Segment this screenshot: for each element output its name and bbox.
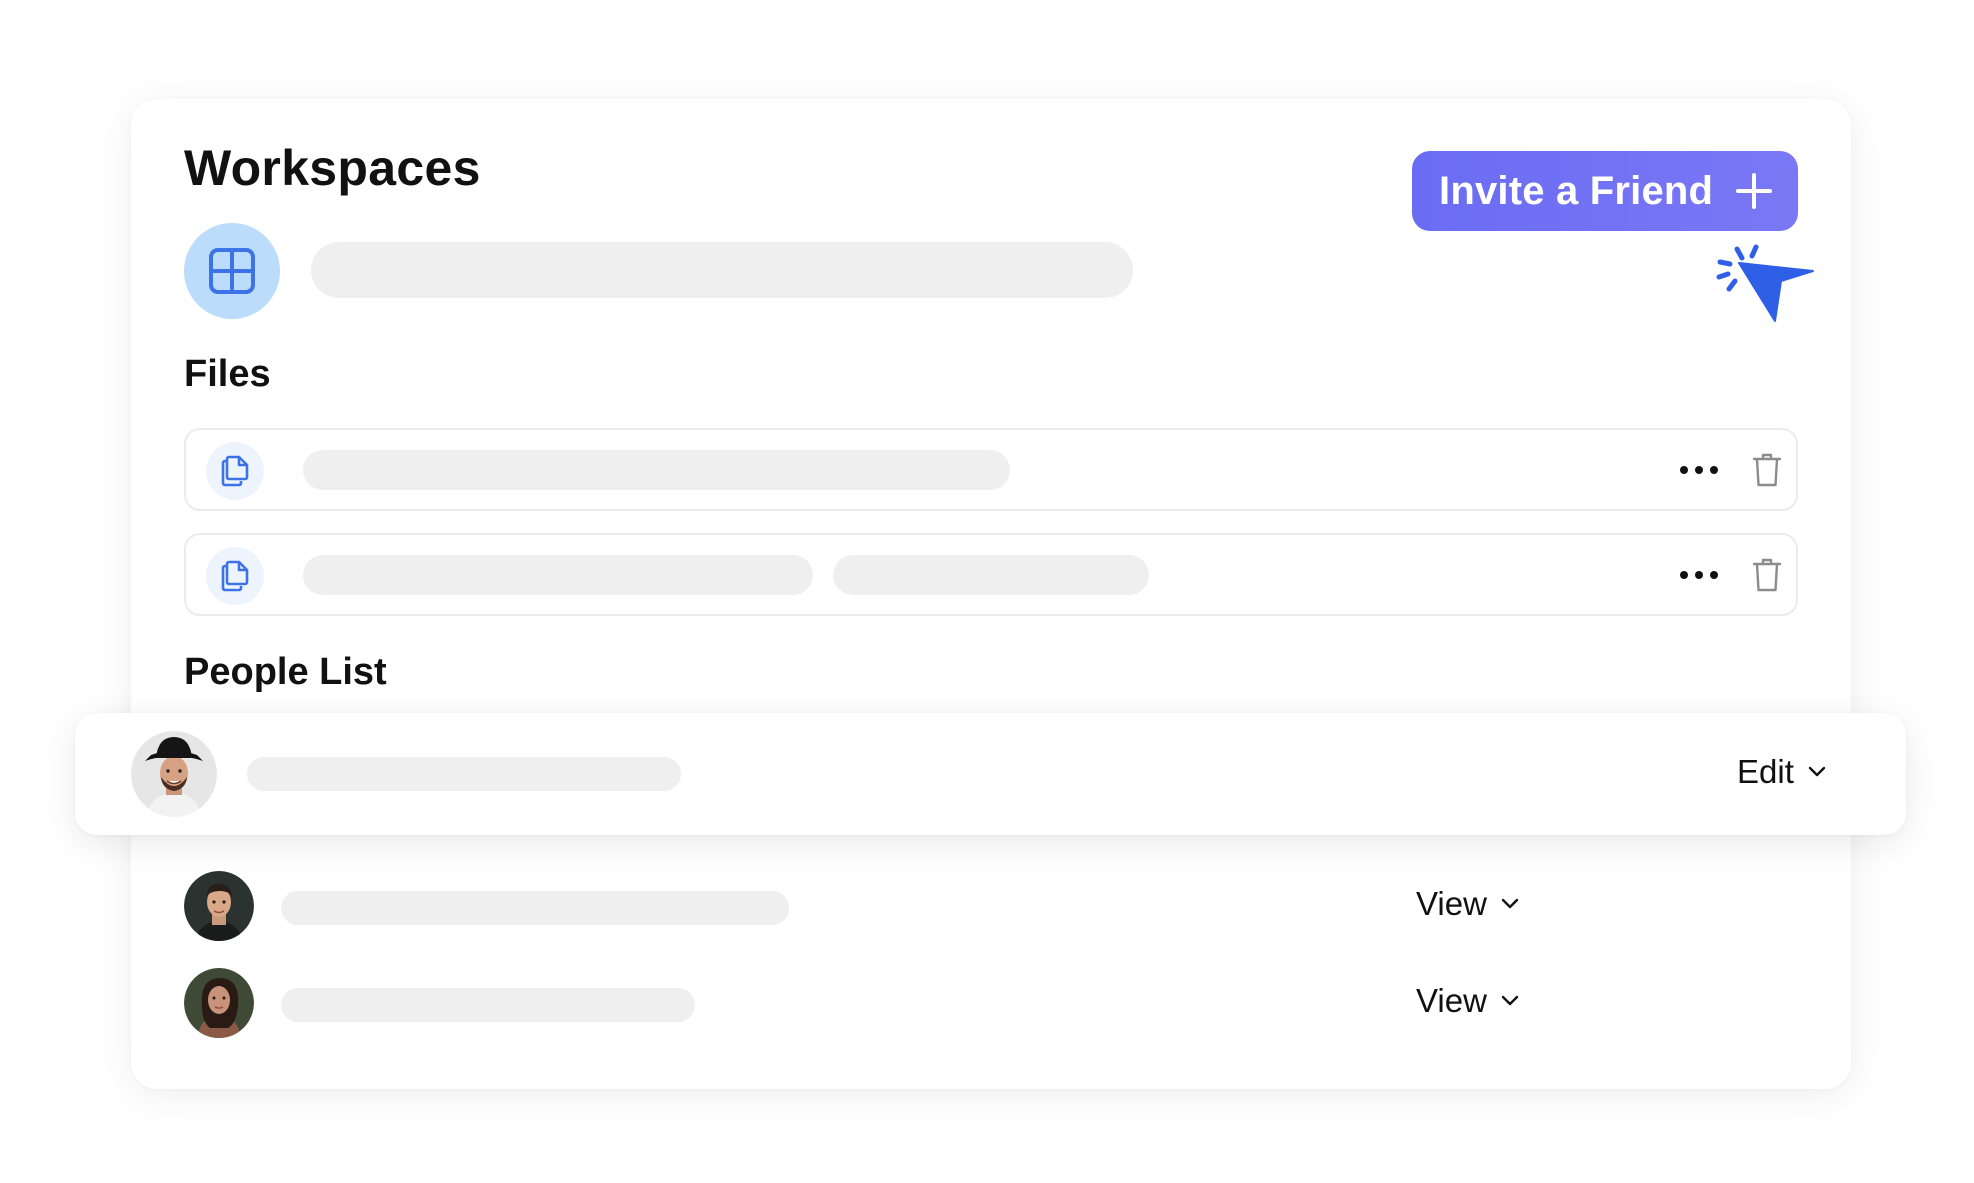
permission-label: View (1416, 982, 1487, 1019)
chevron-down-icon (1501, 995, 1519, 1006)
copy-file-icon (221, 455, 249, 487)
delete-file-button[interactable] (1745, 550, 1789, 600)
file-meta-placeholder (833, 555, 1149, 595)
files-heading: Files (184, 353, 271, 395)
permission-dropdown[interactable]: View (1416, 885, 1519, 923)
copy-file-icon (221, 560, 249, 592)
chevron-down-icon (1808, 766, 1826, 777)
person-name-placeholder (247, 757, 681, 791)
more-options-button[interactable] (1674, 555, 1724, 595)
workspace-icon-badge[interactable] (184, 223, 280, 319)
person-name-placeholder (281, 891, 789, 925)
more-horizontal-icon (1680, 571, 1718, 579)
file-icon-badge (206, 547, 264, 605)
invite-friend-button[interactable]: Invite a Friend (1412, 151, 1798, 231)
file-icon-badge (206, 442, 264, 500)
person-name-placeholder (281, 988, 695, 1022)
avatar (184, 968, 254, 1038)
file-name-placeholder (303, 450, 1010, 490)
permission-dropdown[interactable]: Edit (1737, 753, 1826, 791)
avatar (131, 731, 217, 817)
workspace-name-placeholder (311, 242, 1133, 298)
trash-icon (1752, 453, 1782, 487)
people-list-heading: People List (184, 651, 387, 693)
permission-label: Edit (1737, 753, 1794, 790)
file-name-placeholder (303, 555, 813, 595)
file-row[interactable] (184, 533, 1798, 616)
invite-friend-label: Invite a Friend (1439, 168, 1714, 213)
plus-icon (1736, 173, 1773, 209)
file-row[interactable] (184, 428, 1798, 511)
more-horizontal-icon (1680, 466, 1718, 474)
delete-file-button[interactable] (1745, 445, 1789, 495)
permission-dropdown[interactable]: View (1416, 982, 1519, 1020)
workspaces-card: Workspaces Invite a Friend Files People … (131, 99, 1851, 1089)
avatar (184, 871, 254, 941)
more-options-button[interactable] (1674, 450, 1724, 490)
person-row: View (184, 871, 1798, 943)
grid-icon (209, 248, 255, 294)
permission-label: View (1416, 885, 1487, 922)
person-row-highlighted: Edit (75, 713, 1906, 835)
trash-icon (1752, 558, 1782, 592)
person-row: View (184, 968, 1798, 1040)
chevron-down-icon (1501, 898, 1519, 909)
cursor-click-icon (1716, 244, 1814, 322)
page-title: Workspaces (184, 140, 481, 196)
